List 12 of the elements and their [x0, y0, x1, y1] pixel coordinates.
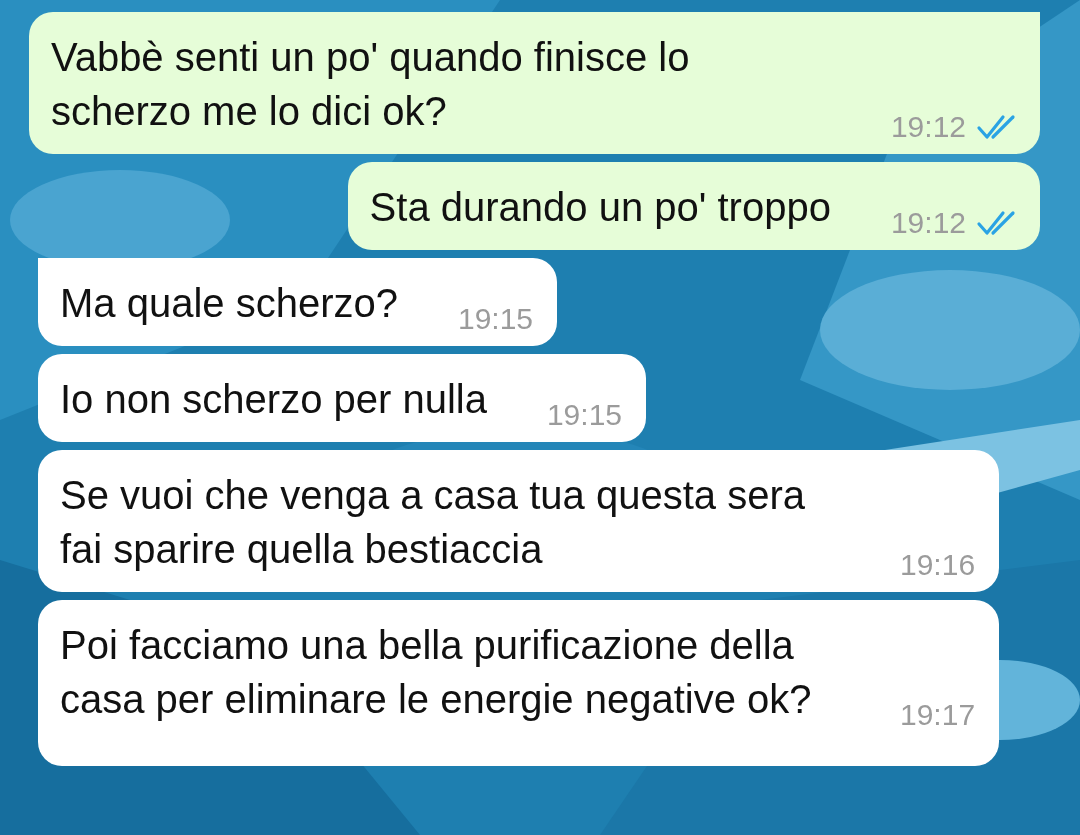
message-time: 19:16 — [900, 548, 976, 582]
message-text: Se vuoi che venga a casa tua questa sera fai sparire quella bestiaccia — [60, 472, 806, 573]
message-text: Poi facciamo una bella purificazione della casa per eliminare le energie negative ok? — [60, 622, 813, 723]
message-time: 19:15 — [457, 302, 534, 336]
message-time: 19:12 — [890, 110, 966, 144]
message-time: 19:15 — [546, 398, 622, 432]
message-time: 19:17 — [900, 698, 976, 732]
message-text: Vabbè senti un po' quando finisce lo scherzo me lo dici ok? — [50, 34, 691, 135]
message-text: Sta durando un po' troppo — [369, 184, 831, 231]
message-text: Ma quale scherzo? — [60, 280, 398, 327]
message-time: 19:12 — [890, 206, 966, 240]
message-text: Io non scherzo per nulla — [60, 376, 487, 423]
